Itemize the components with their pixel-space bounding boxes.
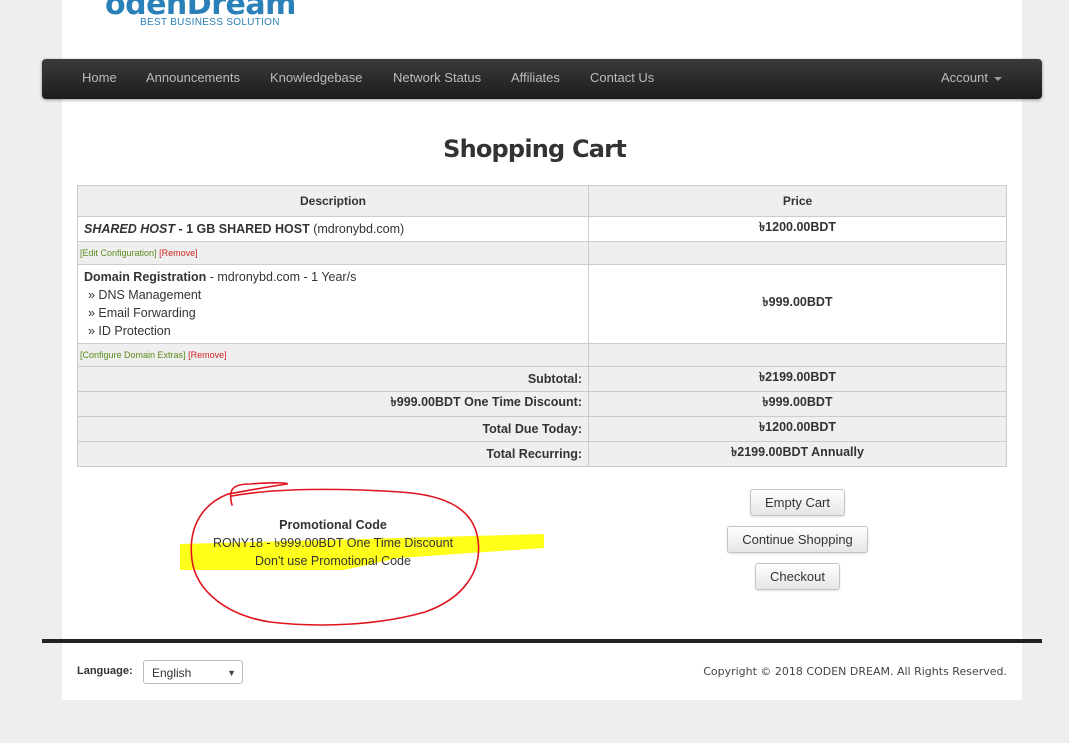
continue-shopping-button[interactable]: Continue Shopping <box>727 526 868 553</box>
footer-divider <box>42 639 1042 643</box>
language-select[interactable]: English ▼ <box>143 660 243 684</box>
checkout-button[interactable]: Checkout <box>755 563 840 590</box>
empty-cart-button[interactable]: Empty Cart <box>750 489 845 516</box>
copyright-text: Copyright © 2018 CODEN DREAM. All Rights… <box>703 665 1007 678</box>
red-annotation-circle <box>190 482 480 626</box>
dropdown-arrow-icon: ▼ <box>227 668 236 678</box>
language-value: English <box>152 666 192 680</box>
language-label: Language: <box>77 665 133 677</box>
